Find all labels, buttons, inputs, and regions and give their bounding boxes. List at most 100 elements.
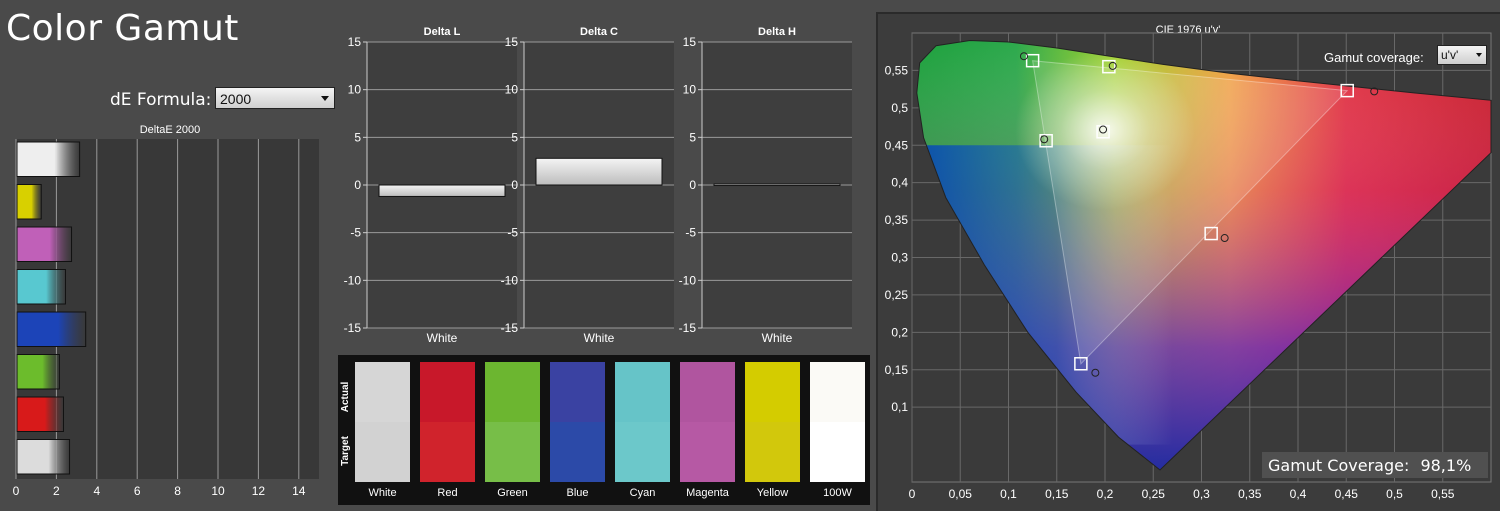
y-tick-label: 15 <box>348 35 362 49</box>
y-tick-label: -15 <box>501 321 519 335</box>
swatch-actual <box>550 362 605 422</box>
deltae-bar-magenta <box>16 226 73 262</box>
y-tick-label: 5 <box>511 130 518 144</box>
delta-bar-white <box>713 183 841 187</box>
x-tick-label: 0,35 <box>1238 487 1262 501</box>
deltae-bar-blue <box>16 311 87 347</box>
swatch-blue: Blue <box>550 362 605 499</box>
x-tick-label: 12 <box>252 484 266 498</box>
chart-title: Delta L <box>424 26 461 38</box>
actual-label: Actual <box>340 381 351 412</box>
delta-chart-delta-c: Delta C -15 -10 -5 0 5 10 15 White <box>501 26 674 345</box>
y-tick-label: 10 <box>505 83 519 97</box>
delta-chart-delta-l: Delta L -15 -10 -5 0 5 10 15 White <box>344 26 517 345</box>
x-tick-label: 2 <box>53 484 60 498</box>
y-tick-label: -5 <box>685 226 696 240</box>
delta-bar-white <box>378 184 506 197</box>
y-tick-label: 0,1 <box>891 400 908 414</box>
y-tick-label: 0,35 <box>885 213 909 227</box>
swatch-actual <box>485 362 540 422</box>
swatch-magenta: Magenta <box>680 362 735 499</box>
de-formula-label: dE Formula: <box>110 90 212 110</box>
y-tick-label: 15 <box>505 35 519 49</box>
x-tick-label: 0 <box>909 487 916 501</box>
y-tick-label: -15 <box>344 321 362 335</box>
deltae-bar-100w <box>16 439 71 475</box>
cie-chart: CIE 1976 u'v' 0 0,05 0,1 0,15 0,2 0,25 0,3 0,35… <box>885 24 1492 501</box>
swatch-actual <box>680 362 735 422</box>
swatch-target <box>615 422 670 482</box>
deltae-bar-cyan <box>16 269 66 305</box>
y-tick-label: 5 <box>689 130 696 144</box>
y-tick-label: 0,5 <box>891 101 908 115</box>
y-tick-label: 0,25 <box>885 288 909 302</box>
x-tick-label: 0,4 <box>1290 487 1307 501</box>
swatch-actual <box>745 362 800 422</box>
x-tick-label: 10 <box>211 484 225 498</box>
swatch-label: Magenta <box>686 487 730 499</box>
x-tick-label: 0,45 <box>1335 487 1359 501</box>
swatch-target <box>745 422 800 482</box>
swatch-green: Green <box>485 362 540 499</box>
x-tick-label: 4 <box>93 484 100 498</box>
delta-bar-white <box>535 157 663 186</box>
x-category-label: White <box>762 331 793 345</box>
x-tick-label: 0,15 <box>1045 487 1069 501</box>
chart-title: Delta C <box>580 26 618 38</box>
y-tick-label: 0 <box>689 178 696 192</box>
swatch-target <box>810 422 865 482</box>
swatch-label: Red <box>437 487 457 499</box>
y-tick-label: 10 <box>348 83 362 97</box>
y-tick-label: 0,55 <box>885 63 909 77</box>
gamut-coverage-readout: Gamut Coverage: 98,1% <box>1262 452 1488 478</box>
y-tick-label: 10 <box>683 83 697 97</box>
gamut-coverage-readout-label: Gamut Coverage: <box>1268 456 1410 475</box>
swatch-panel: Actual Target White Red Green Blue Cyan Magen… <box>338 355 870 505</box>
deltae-bar-red <box>16 396 64 432</box>
x-category-label: White <box>584 331 615 345</box>
page-title: Color Gamut <box>6 8 239 49</box>
swatch-actual <box>615 362 670 422</box>
y-tick-label: 5 <box>354 130 361 144</box>
gamut-coverage-select[interactable]: u'v' <box>1437 45 1487 65</box>
y-tick-label: -10 <box>679 273 697 287</box>
x-tick-label: 6 <box>134 484 141 498</box>
swatch-white: White <box>355 362 410 499</box>
swatch-100w: 100W <box>810 362 865 499</box>
chart-title: Delta H <box>758 26 796 38</box>
swatch-target <box>550 422 605 482</box>
swatch-red: Red <box>420 362 475 499</box>
deltae-bar-white <box>16 141 81 177</box>
swatch-actual <box>355 362 410 422</box>
swatch-actual <box>420 362 475 422</box>
gamut-coverage-label: Gamut coverage: <box>1324 50 1424 65</box>
swatch-target <box>485 422 540 482</box>
chevron-down-icon <box>321 96 329 101</box>
x-tick-label: 0,2 <box>1097 487 1114 501</box>
gamut-coverage-select-value: u'v' <box>1441 48 1459 62</box>
y-tick-label: -10 <box>501 273 519 287</box>
x-tick-label: 0,3 <box>1193 487 1210 501</box>
swatch-label: Blue <box>566 487 588 499</box>
de-formula-value: 2000 <box>220 91 252 107</box>
y-tick-label: 0,3 <box>891 251 908 265</box>
deltae-bar-yellow <box>16 184 42 220</box>
deltae-chart: DeltaE 2000 0 2 4 6 8 10 12 14 <box>13 124 319 498</box>
x-tick-label: 0,5 <box>1386 487 1403 501</box>
x-tick-label: 0,55 <box>1431 487 1455 501</box>
de-formula-select[interactable]: 2000 <box>215 87 335 109</box>
x-tick-label: 14 <box>292 484 306 498</box>
swatch-yellow: Yellow <box>745 362 800 499</box>
swatch-target <box>680 422 735 482</box>
swatch-target <box>355 422 410 482</box>
swatch-actual <box>810 362 865 422</box>
swatch-label: 100W <box>823 487 852 499</box>
y-tick-label: 15 <box>683 35 697 49</box>
y-tick-label: -5 <box>350 226 361 240</box>
x-tick-label: 0,25 <box>1142 487 1166 501</box>
y-tick-label: 0,4 <box>891 176 908 190</box>
swatch-label: Yellow <box>757 487 788 499</box>
y-tick-label: -5 <box>507 226 518 240</box>
swatch-target <box>420 422 475 482</box>
swatch-label: White <box>368 487 396 499</box>
